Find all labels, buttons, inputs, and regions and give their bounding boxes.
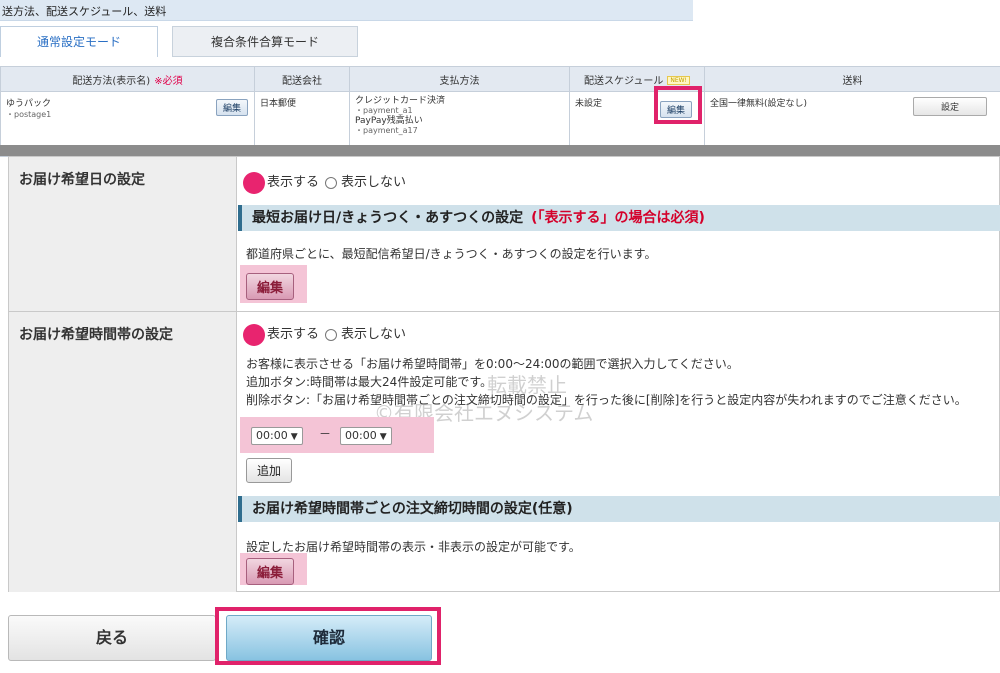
- radio-hide[interactable]: [325, 176, 338, 189]
- tab-normal-mode[interactable]: 通常設定モード: [0, 26, 158, 57]
- header-fee: 送料: [704, 66, 1000, 92]
- required-mark: ※必須: [154, 75, 183, 87]
- delivery-date-label: お届け希望日の設定: [9, 157, 237, 311]
- time-from-select[interactable]: 00:00 ▼: [251, 427, 303, 445]
- header-payment: 支払方法: [349, 66, 570, 92]
- breadcrumb: 送方法、配送スケジュール、送料: [2, 5, 167, 18]
- header-method: 配送方法(表示名) ※必須: [0, 66, 255, 92]
- shortest-date-edit-button[interactable]: 編集: [246, 273, 295, 300]
- table-header-row: 配送方法(表示名) ※必須 配送会社 支払方法 配送スケジュール NEW! 送料: [0, 66, 1000, 92]
- time-description-2: 追加ボタン:時間帯は最大24件設定可能です。: [246, 375, 493, 389]
- cutoff-section-header: お届け希望時間帯ごとの注文締切時間の設定(任意): [238, 496, 1000, 522]
- time-separator: －: [319, 427, 332, 441]
- new-badge: NEW!: [667, 76, 690, 85]
- shipping-table: 配送方法(表示名) ※必須 配送会社 支払方法 配送スケジュール NEW! 送料 ゆ…: [0, 66, 1000, 157]
- separator-bar: [0, 145, 1000, 156]
- time-description-3: 削除ボタン:「お届け希望時間帯ごとの注文締切時間の設定」を行った後に[削除]を行…: [246, 393, 967, 407]
- back-button[interactable]: 戻る: [8, 615, 216, 661]
- schedule-highlight: [654, 86, 702, 124]
- radio-show-selected[interactable]: [243, 171, 265, 194]
- method-name: ゆうパック: [6, 99, 52, 109]
- delivery-time-radio-group: 表示する 表示しない: [243, 323, 406, 346]
- shortest-date-section-header: 最短お届け日/きょうつく・あすつくの設定 (「表示する」の場合は必須): [238, 205, 1000, 231]
- method-edit-button[interactable]: 編集: [215, 99, 248, 116]
- breadcrumb-bar: 送方法、配送スケジュール、送料: [0, 0, 693, 21]
- cutoff-edit-button[interactable]: 編集: [246, 558, 295, 585]
- radio-hide[interactable]: [325, 328, 338, 341]
- delivery-date-radio-group: 表示する 表示しない: [243, 171, 406, 194]
- fee-setting-button[interactable]: 設定: [913, 97, 987, 116]
- add-time-button[interactable]: 追加: [246, 458, 293, 483]
- tab-combined-mode[interactable]: 複合条件合算モード: [172, 26, 358, 57]
- shortest-date-description: 都道府県ごとに、最短配信希望日/きょうつく・あすつくの設定を行います。: [246, 247, 657, 261]
- mode-tabs: 通常設定モード 複合条件合算モード: [0, 26, 700, 84]
- watermark-line1: 転載禁止: [487, 373, 567, 397]
- header-company: 配送会社: [254, 66, 350, 92]
- method-code: ・postage1: [6, 110, 52, 119]
- delivery-settings-form: お届け希望日の設定 表示する 表示しない 最短お届け日/きょうつく・あすつくの設定…: [8, 156, 1000, 592]
- time-to-select[interactable]: 00:00 ▼: [340, 427, 392, 445]
- confirm-button[interactable]: 確認: [226, 615, 432, 661]
- delivery-time-label: お届け希望時間帯の設定: [9, 312, 237, 592]
- radio-show-selected[interactable]: [243, 323, 265, 346]
